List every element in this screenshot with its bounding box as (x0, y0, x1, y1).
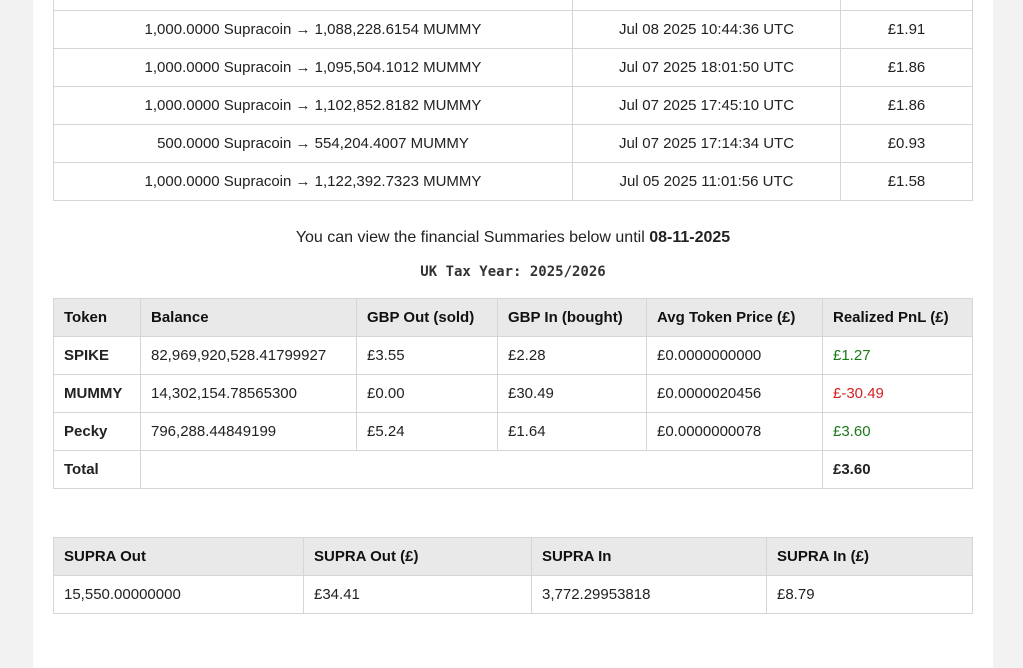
supra-in-gbp-cell: £8.79 (766, 575, 973, 614)
value-cell: £1.86 (840, 86, 973, 125)
gbp-out-cell: £3.55 (356, 336, 498, 375)
table-row: SPIKE 82,969,920,528.41799927 £3.55 £2.2… (53, 336, 973, 375)
swap-cell: 1,000.0000 Supracoin → 1,102,852.8182 MU… (53, 86, 573, 125)
page-container: 1,000.0000 Supracoin → 1,088,228.6154 MU… (33, 0, 993, 668)
date-cell: Jul 07 2025 17:14:34 UTC (572, 124, 841, 163)
header-realized-pnl: Realized PnL (£) (822, 298, 973, 337)
swap-cell: 1,000.0000 Supracoin → 1,095,504.1012 MU… (53, 48, 573, 87)
date-cell: Jul 08 2025 10:44:36 UTC (572, 10, 841, 49)
token-cell: MUMMY (53, 374, 141, 413)
table-row: 500.0000 Supracoin → 554,204.4007 MUMMY … (53, 124, 973, 163)
avg-price-cell: £0.0000020456 (646, 374, 823, 413)
value-cell: £1.58 (840, 162, 973, 201)
date-cell: Jul 07 2025 18:01:50 UTC (572, 48, 841, 87)
header-supra-out: SUPRA Out (53, 537, 304, 576)
table-row: 15,550.00000000 £34.41 3,772.29953818 £8… (53, 575, 973, 614)
table-header-row: SUPRA Out SUPRA Out (£) SUPRA In SUPRA I… (53, 537, 973, 576)
header-avg-price: Avg Token Price (£) (646, 298, 823, 337)
header-supra-in-gbp: SUPRA In (£) (766, 537, 973, 576)
table-row: 1,000.0000 Supracoin → 1,102,852.8182 MU… (53, 86, 973, 125)
value-cell: £0.93 (840, 124, 973, 163)
header-supra-in: SUPRA In (531, 537, 767, 576)
header-balance: Balance (140, 298, 357, 337)
table-row: 1,000.0000 Supracoin → 1,088,228.6154 MU… (53, 10, 973, 49)
table-header-row: Token Balance GBP Out (sold) GBP In (bou… (53, 298, 973, 337)
pnl-cell: £3.60 (822, 412, 973, 451)
gbp-out-cell: £5.24 (356, 412, 498, 451)
total-pnl-value: £3.60 (822, 450, 973, 489)
gbp-in-cell: £30.49 (497, 374, 647, 413)
table-row: Pecky 796,288.44849199 £5.24 £1.64 £0.00… (53, 412, 973, 451)
swap-cell: 1,000.0000 Supracoin → 1,122,392.7323 MU… (53, 162, 573, 201)
value-cell: £1.86 (840, 48, 973, 87)
pnl-summary-table: Token Balance GBP Out (sold) GBP In (bou… (53, 298, 973, 489)
header-gbp-out: GBP Out (sold) (356, 298, 498, 337)
avg-price-cell: £0.0000000078 (646, 412, 823, 451)
token-cell: Pecky (53, 412, 141, 451)
total-label: Total (53, 450, 141, 489)
supra-summary-table: SUPRA Out SUPRA Out (£) SUPRA In SUPRA I… (53, 537, 973, 614)
transactions-table: 1,000.0000 Supracoin → 1,088,228.6154 MU… (53, 0, 973, 201)
summary-note-text: You can view the financial Summaries bel… (295, 229, 650, 246)
date-cell (572, 0, 841, 11)
swap-cell (53, 0, 573, 11)
supra-out-cell: 15,550.00000000 (53, 575, 304, 614)
table-row: MUMMY 14,302,154.78565300 £0.00 £30.49 £… (53, 374, 973, 413)
date-cell: Jul 07 2025 17:45:10 UTC (572, 86, 841, 125)
header-supra-out-gbp: SUPRA Out (£) (303, 537, 532, 576)
balance-cell: 14,302,154.78565300 (140, 374, 357, 413)
tax-year-label: UK Tax Year: 2025/2026 (420, 264, 606, 280)
supra-out-gbp-cell: £34.41 (303, 575, 532, 614)
balance-cell: 796,288.44849199 (140, 412, 357, 451)
header-gbp-in: GBP In (bought) (497, 298, 647, 337)
pnl-cell: £1.27 (822, 336, 973, 375)
table-row: 1,000.0000 Supracoin → 1,095,504.1012 MU… (53, 48, 973, 87)
table-row: 1,000.0000 Supracoin → 1,122,392.7323 MU… (53, 162, 973, 201)
swap-cell: 500.0000 Supracoin → 554,204.4007 MUMMY (53, 124, 573, 163)
table-row (53, 0, 973, 11)
gbp-out-cell: £0.00 (356, 374, 498, 413)
swap-cell: 1,000.0000 Supracoin → 1,088,228.6154 MU… (53, 10, 573, 49)
total-spacer (140, 450, 823, 489)
summary-expiry-date: 08-11-2025 (649, 229, 731, 246)
gbp-in-cell: £1.64 (497, 412, 647, 451)
avg-price-cell: £0.0000000000 (646, 336, 823, 375)
gbp-in-cell: £2.28 (497, 336, 647, 375)
summary-availability-note: You can view the financial Summaries bel… (33, 229, 993, 247)
value-cell (840, 0, 973, 11)
date-cell: Jul 05 2025 11:01:56 UTC (572, 162, 841, 201)
token-cell: SPIKE (53, 336, 141, 375)
supra-in-cell: 3,772.29953818 (531, 575, 767, 614)
header-token: Token (53, 298, 141, 337)
balance-cell: 82,969,920,528.41799927 (140, 336, 357, 375)
pnl-cell: £-30.49 (822, 374, 973, 413)
value-cell: £1.91 (840, 10, 973, 49)
total-row: Total £3.60 (53, 450, 973, 489)
